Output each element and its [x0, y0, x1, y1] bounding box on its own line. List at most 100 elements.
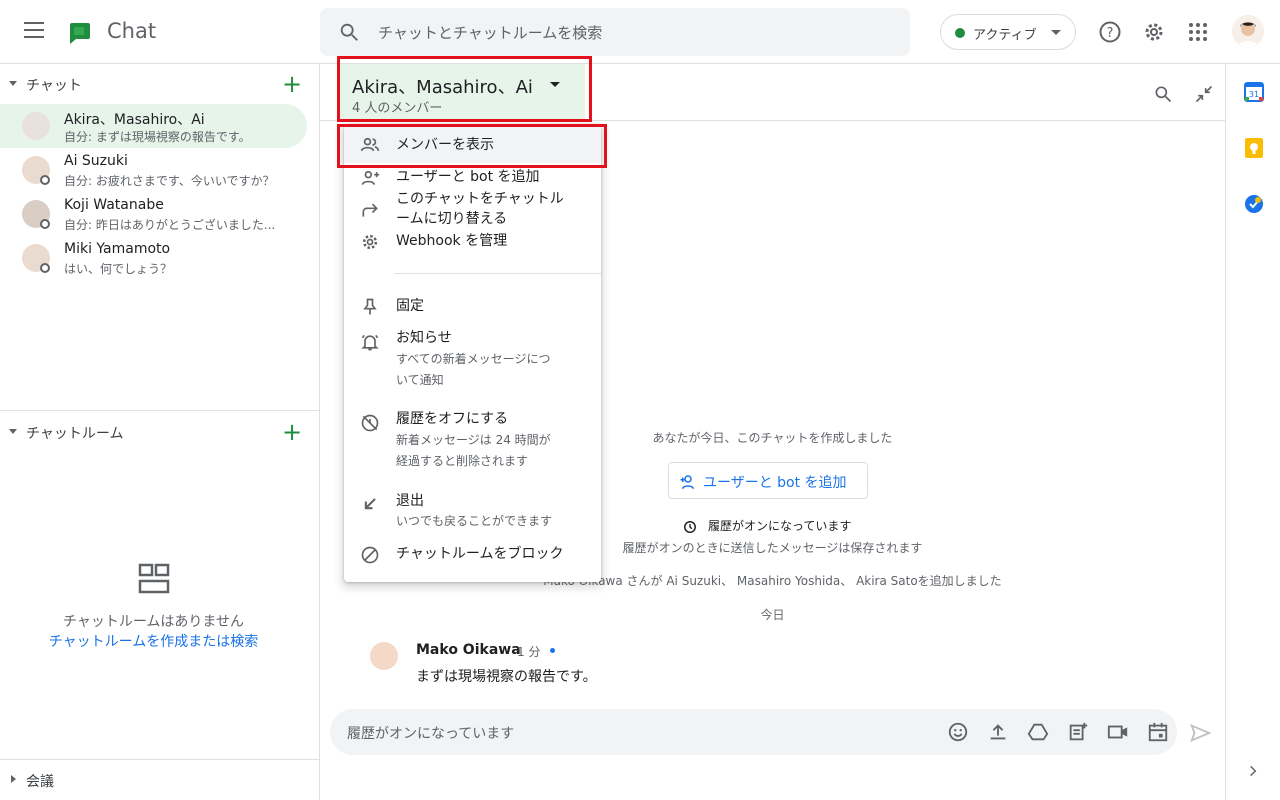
chat-item-ai-suzuki[interactable]: Ai Suzuki 自分: お疲れさまです、今いいですか？ [0, 148, 307, 192]
menu-sublabel: 経過すると削除されます [396, 454, 529, 468]
app-title: Chat [107, 19, 157, 43]
chats-header-label: チャット [26, 78, 82, 94]
status-dropdown[interactable]: アクティブ [940, 14, 1076, 50]
pin-icon [363, 298, 377, 315]
new-chat-plus-icon[interactable]: + [282, 72, 302, 96]
highlight-title-box [337, 56, 592, 122]
collapse-arrows-icon[interactable] [1194, 84, 1214, 104]
menu-item-leave[interactable]: 退出 いつでも戻ることができます [344, 491, 601, 535]
create-room-link[interactable]: チャットルームを作成または検索 [0, 631, 307, 651]
keep-app-icon[interactable] [1244, 138, 1264, 158]
chevron-down-icon [1051, 30, 1061, 35]
rooms-header-label: チャットルーム [26, 426, 124, 442]
video-meeting-icon[interactable] [1107, 721, 1129, 743]
calendar-app-icon[interactable]: 31 [1244, 82, 1264, 102]
search-placeholder: チャットとチャットルームを検索 [378, 24, 603, 42]
svg-text:?: ? [1107, 26, 1114, 41]
menu-item-switch-to-room[interactable]: このチャットをチャットル ームに切り替える [344, 189, 601, 233]
collapse-triangle-icon [9, 81, 17, 86]
history-clock-icon [684, 521, 696, 533]
apps-grid-icon[interactable] [1186, 20, 1210, 44]
forward-arrow-icon [362, 203, 378, 217]
side-apps-panel: 31 [1225, 64, 1280, 800]
menu-sublabel: すべての新着メッセージにつ [396, 352, 551, 366]
chat-item-akira-masahiro-ai[interactable]: Akira、Masahiro、Ai 自分: まずは現場視察の報告です。 [0, 104, 307, 148]
send-icon[interactable] [1189, 722, 1211, 744]
new-room-plus-icon[interactable]: + [282, 420, 302, 444]
help-icon[interactable]: ? [1098, 20, 1122, 44]
menu-label: Webhook を管理 [396, 233, 508, 249]
tasks-app-icon[interactable] [1244, 194, 1264, 214]
block-icon [361, 546, 379, 564]
meetings-header-label: 会議 [26, 774, 54, 790]
menu-item-webhook[interactable]: Webhook を管理 [344, 231, 601, 253]
status-label: アクティブ [973, 28, 1037, 43]
menu-sublabel: 新着メッセージは 24 時間が [396, 433, 551, 447]
main-menu-icon[interactable] [24, 22, 44, 42]
emoji-icon[interactable] [947, 721, 969, 743]
calendar-invite-icon[interactable] [1147, 721, 1169, 743]
drive-icon[interactable] [1027, 721, 1049, 743]
user-photo-icon [1232, 15, 1264, 47]
highlight-view-members [337, 124, 607, 168]
rooms-empty-icon [138, 563, 170, 594]
upload-icon[interactable] [987, 721, 1009, 743]
menu-label: このチャットをチャットル [396, 191, 564, 207]
rooms-section-header[interactable]: チャットルーム + [0, 412, 320, 452]
chevron-right-icon[interactable] [1246, 764, 1260, 778]
message-text: まずは現場視察の報告です。 [416, 669, 597, 685]
menu-item-notifications[interactable]: お知らせ すべての新着メッセージにつ いて通知 [344, 328, 601, 392]
chat-item-koji-watanabe[interactable]: Koji Watanabe 自分: 昨日はありがとうございました... [0, 192, 307, 236]
message-time: 1 分 [517, 645, 541, 659]
chat-item-miki-yamamoto[interactable]: Miki Yamamoto はい、何でしょう？ [0, 236, 307, 280]
section-divider [0, 410, 320, 411]
create-doc-icon[interactable] [1067, 721, 1089, 743]
add-users-bots-button[interactable]: ユーザーと bot を追加 [668, 462, 868, 499]
svg-text:31: 31 [1249, 90, 1259, 99]
chat-item-preview: 自分: お疲れさまです、今いいですか？ [64, 174, 275, 188]
composer-placeholder: 履歴がオンになっています [347, 726, 515, 742]
menu-item-block[interactable]: チャットルームをブロック [344, 544, 601, 566]
unread-dot [550, 648, 555, 653]
status-dot [955, 28, 965, 38]
chat-item-name: Miki Yamamoto [64, 241, 171, 257]
menu-sublabel: いて通知 [396, 373, 444, 387]
add-person-icon [680, 475, 694, 489]
bell-icon [361, 334, 379, 351]
chats-section-header[interactable]: チャット + [0, 64, 320, 104]
chat-item-preview: はい、何でしょう？ [64, 262, 173, 276]
history-on-notice: 履歴がオンになっています [708, 519, 852, 533]
leave-arrow-icon [364, 498, 376, 510]
chat-item-name: Ai Suzuki [64, 153, 128, 169]
settings-gear-icon[interactable] [1142, 20, 1166, 44]
meetings-section-header[interactable]: 会議 [0, 760, 320, 800]
chat-item-name: Koji Watanabe [64, 197, 164, 213]
menu-item-pin[interactable]: 固定 [344, 296, 601, 318]
search-icon [340, 23, 358, 41]
history-off-icon [361, 414, 379, 432]
expand-triangle-icon [11, 775, 16, 783]
rooms-empty-text: チャットルームはありません [62, 614, 245, 630]
chat-logo-icon [70, 23, 90, 44]
conversation-options-menu: メンバーを表示 ユーザーと bot を追加 このチャットをチャットル ームに切り… [344, 124, 601, 582]
presence-indicator [40, 263, 50, 273]
search-bar[interactable]: チャットとチャットルームを検索 [320, 8, 910, 56]
account-avatar[interactable] [1232, 15, 1264, 47]
presence-indicator [40, 219, 50, 229]
top-bar: Chat チャットとチャットルームを検索 アクティブ ? [0, 0, 1280, 64]
chat-item-preview: 自分: 昨日はありがとうございました... [64, 218, 276, 232]
message-avatar [370, 642, 398, 670]
menu-label: 退出 [396, 493, 424, 509]
day-separator: 今日 [760, 608, 785, 622]
presence-indicator [40, 175, 50, 185]
menu-label: 固定 [396, 298, 424, 314]
collapse-triangle-icon [9, 429, 17, 434]
menu-item-history-off[interactable]: 履歴をオフにする 新着メッセージは 24 時間が 経過すると削除されます [344, 409, 601, 473]
search-conversation-icon[interactable] [1153, 84, 1173, 104]
menu-sublabel: いつでも戻ることができます [396, 514, 553, 528]
chat-item-name: Akira、Masahiro、Ai [64, 112, 205, 128]
add-person-icon [361, 170, 380, 185]
message-composer[interactable]: 履歴がオンになっています [330, 709, 1177, 755]
menu-label: チャットルームをブロック [396, 546, 564, 562]
menu-item-add-users[interactable]: ユーザーと bot を追加 [344, 167, 601, 189]
